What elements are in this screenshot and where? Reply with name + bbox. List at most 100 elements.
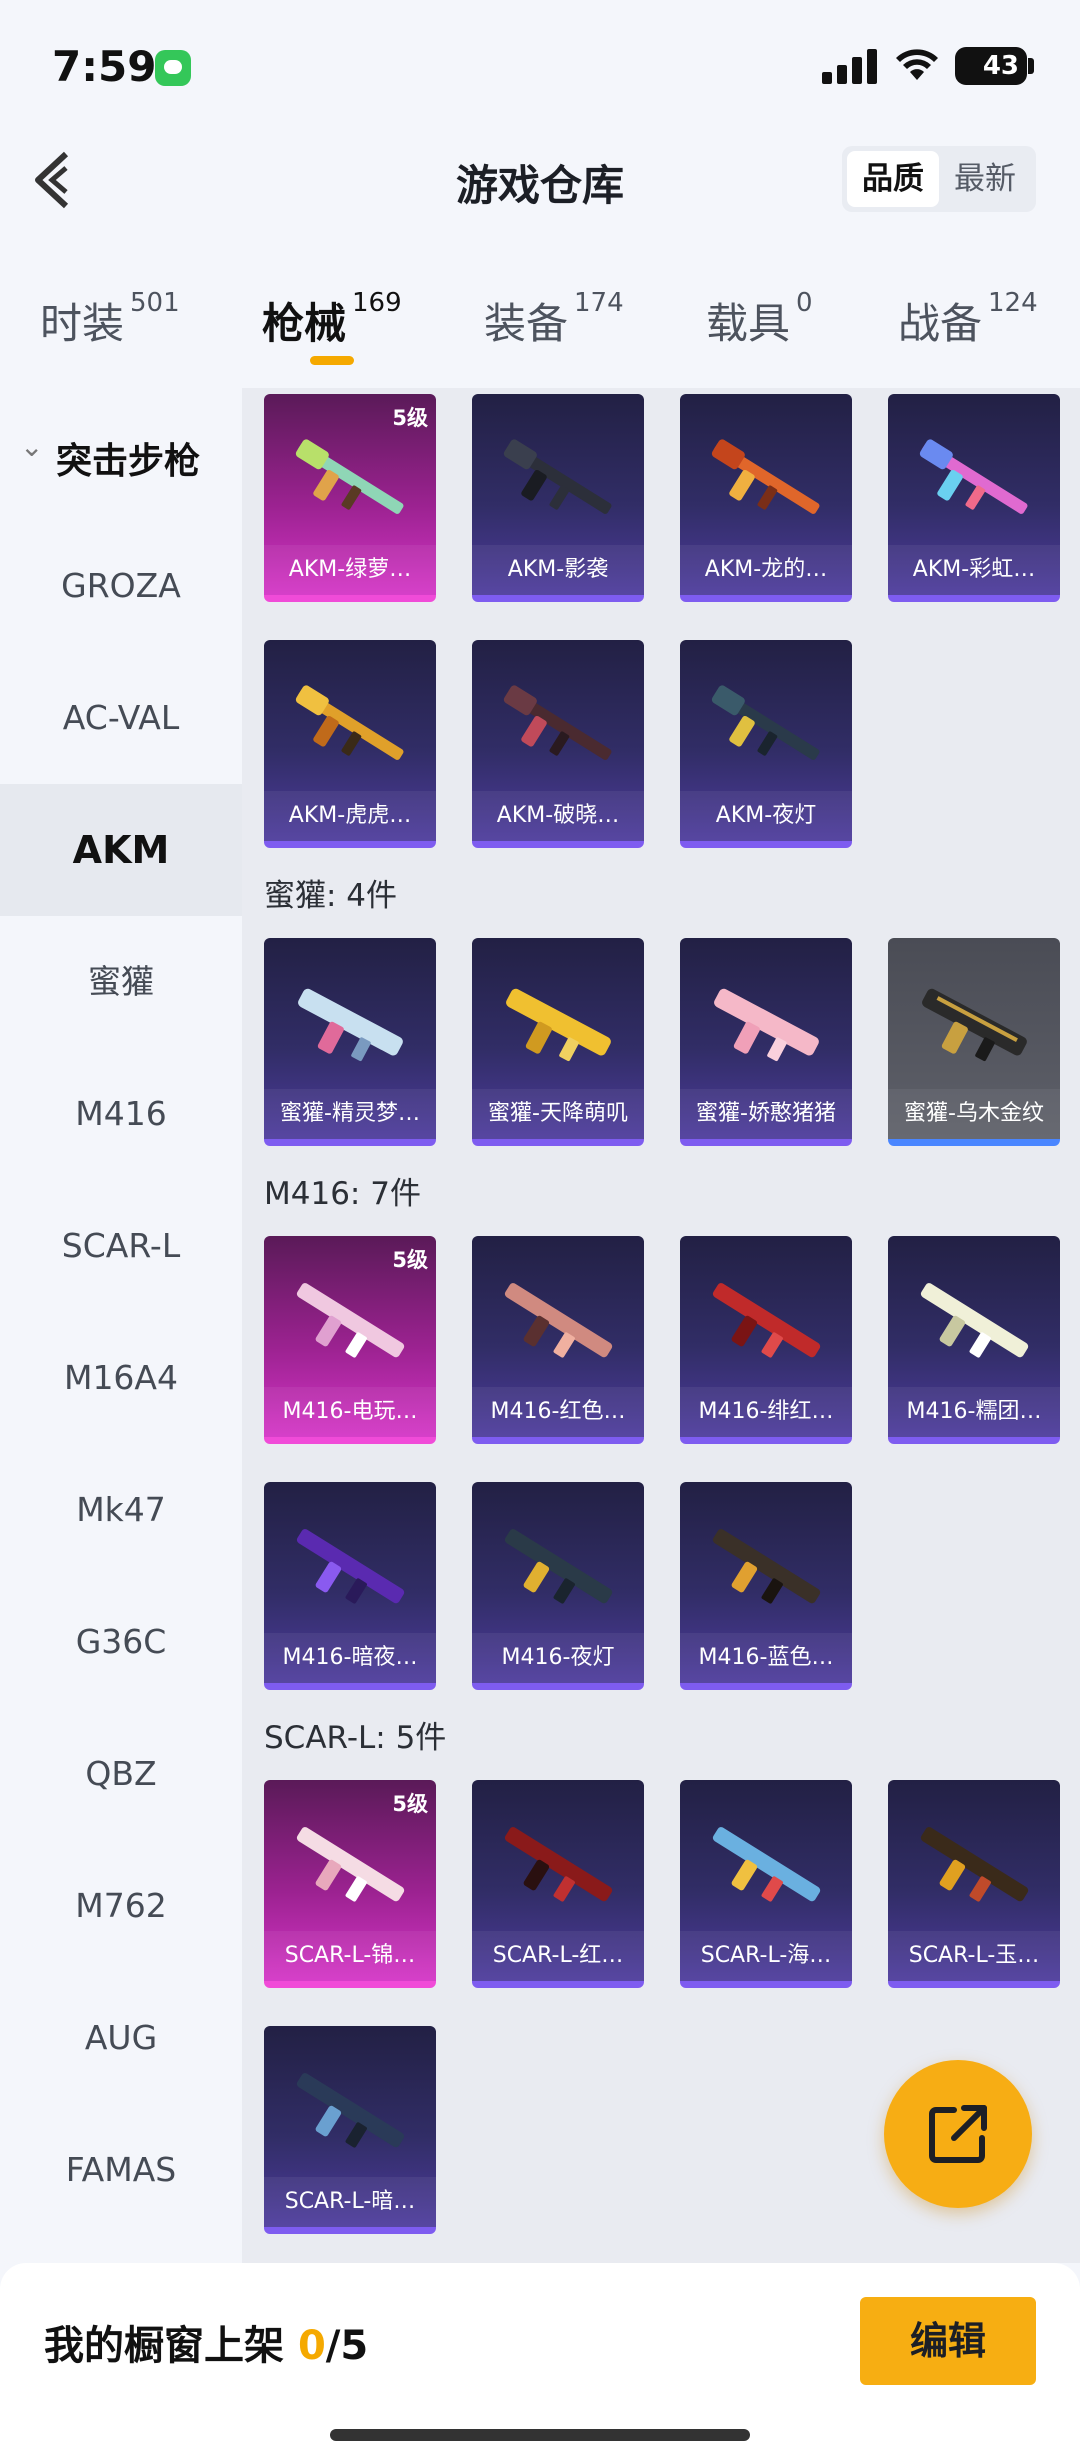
showcase-current: 0	[297, 2323, 326, 2369]
skin-card[interactable]: AKM-破晓…	[472, 640, 644, 848]
edit-button[interactable]: 编辑	[860, 2297, 1036, 2385]
skin-card[interactable]: SCAR-L-玉…	[888, 1780, 1060, 1988]
skin-name: SCAR-L-玉…	[888, 1931, 1060, 1981]
skin-card[interactable]: M416-蓝色…	[680, 1482, 852, 1690]
skin-card[interactable]: AKM-彩虹…	[888, 394, 1060, 602]
sidebar-item-honey-badger[interactable]: 蜜獾	[0, 916, 242, 1048]
tab-equipment[interactable]: 装备 174	[484, 288, 624, 351]
gun-skin-icon	[296, 2073, 405, 2148]
skin-card[interactable]: AKM-龙的…	[680, 394, 852, 602]
gun-skin-icon	[920, 1827, 1029, 1902]
skin-name: M416-蓝色…	[680, 1633, 852, 1683]
skin-name: SCAR-L-锦…	[264, 1931, 436, 1981]
skin-card[interactable]: 蜜獾-娇憨猪猪	[680, 938, 852, 1146]
skin-name: AKM-虎虎…	[264, 791, 436, 841]
skin-name: AKM-破晓…	[472, 791, 644, 841]
tab-vehicles[interactable]: 载具 0	[706, 288, 813, 351]
skin-card[interactable]: 蜜獾-天降萌叽	[472, 938, 644, 1146]
sidebar-item-groza[interactable]: GROZA	[0, 520, 242, 652]
skin-card[interactable]: 5级 SCAR-L-锦…	[264, 1780, 436, 1988]
battery-level: 43	[982, 51, 1019, 81]
skin-name: M416-糯团…	[888, 1387, 1060, 1437]
skin-name: SCAR-L-海…	[680, 1931, 852, 1981]
gun-skin-icon	[920, 1283, 1029, 1358]
skin-card[interactable]: 蜜獾-精灵梦…	[264, 938, 436, 1146]
sidebar-item-scar-l[interactable]: SCAR-L	[0, 1180, 242, 1312]
sidebar-item-m16a4[interactable]: M16A4	[0, 1312, 242, 1444]
sidebar-item-g36c[interactable]: G36C	[0, 1576, 242, 1708]
sidebar-item-mk47[interactable]: Mk47	[0, 1444, 242, 1576]
tab-label: 载具	[706, 299, 791, 348]
sort-newest-button[interactable]: 最新	[939, 151, 1031, 207]
tab-fashion[interactable]: 时装 501	[40, 288, 180, 351]
signal-icon	[822, 48, 882, 84]
section-title-honey-badger: 蜜獾: 4件	[264, 878, 398, 914]
sidebar-item-qbz[interactable]: QBZ	[0, 1708, 242, 1840]
gun-skin-icon	[711, 439, 820, 514]
skin-card[interactable]: AKM-夜灯	[680, 640, 852, 848]
gun-skin-icon	[295, 439, 404, 514]
skin-card[interactable]: 5级 M416-电玩…	[264, 1236, 436, 1444]
skin-card[interactable]: SCAR-L-暗…	[264, 2026, 436, 2234]
gun-skin-icon	[295, 685, 404, 760]
gun-skin-icon	[919, 439, 1028, 514]
sidebar-item-famas[interactable]: FAMAS	[0, 2104, 242, 2236]
status-time: 7:59	[52, 42, 157, 91]
skin-name: 蜜獾-乌木金纹	[888, 1089, 1060, 1139]
sidebar-item-ac-val[interactable]: AC-VAL	[0, 652, 242, 784]
battery-icon: 43	[955, 47, 1027, 85]
skin-name: AKM-夜灯	[680, 791, 852, 841]
sidebar-item-aug[interactable]: AUG	[0, 1972, 242, 2104]
sidebar-group-assault-rifles[interactable]: ⌄ 突击步枪	[0, 418, 242, 498]
skin-card[interactable]: SCAR-L-海…	[680, 1780, 852, 1988]
share-button[interactable]	[884, 2060, 1032, 2208]
skin-grid: 5级 AKM-绿萝… AKM-影袭 AKM-龙的… AKM-彩虹… AKM-虎虎……	[242, 388, 1080, 2263]
tab-firearms[interactable]: 枪械 169	[262, 288, 402, 351]
tab-label: 战备	[898, 299, 983, 348]
battery-tip	[1028, 58, 1034, 74]
skin-card[interactable]: M416-暗夜…	[264, 1482, 436, 1690]
showcase-count: 我的橱窗上架 0/5	[44, 2313, 368, 2371]
section-title-m416: M416: 7件	[264, 1176, 421, 1212]
skin-card[interactable]: AKM-虎虎…	[264, 640, 436, 848]
category-tabs: 时装 501 枪械 169 装备 174 载具 0 战备 124	[0, 270, 1080, 370]
skin-name: M416-绯红…	[680, 1387, 852, 1437]
gun-skin-icon	[711, 685, 820, 760]
gun-skin-icon	[504, 1529, 613, 1604]
status-bar: 7:59 43	[0, 0, 1080, 130]
share-export-icon	[929, 2105, 987, 2163]
tab-combat-gear[interactable]: 战备 124	[898, 288, 1038, 351]
tab-label: 枪械	[262, 299, 347, 348]
skin-name: 蜜獾-娇憨猪猪	[680, 1089, 852, 1139]
gun-skin-icon	[504, 1827, 613, 1902]
skin-name: AKM-影袭	[472, 545, 644, 595]
home-indicator[interactable]	[330, 2429, 750, 2441]
skin-card[interactable]: M416-绯红…	[680, 1236, 852, 1444]
skin-name: M416-暗夜…	[264, 1633, 436, 1683]
sidebar-group-label: 突击步枪	[56, 441, 201, 482]
skin-card[interactable]: M416-红色…	[472, 1236, 644, 1444]
skin-card[interactable]: M416-夜灯	[472, 1482, 644, 1690]
skin-card[interactable]: 5级 AKM-绿萝…	[264, 394, 436, 602]
bottom-bar: 我的橱窗上架 0/5 编辑	[0, 2263, 1080, 2460]
sidebar-item-m762[interactable]: M762	[0, 1840, 242, 1972]
skin-card[interactable]: AKM-影袭	[472, 394, 644, 602]
tab-count: 501	[130, 288, 180, 318]
skin-card[interactable]: M416-糯团…	[888, 1236, 1060, 1444]
gun-skin-icon	[503, 685, 612, 760]
skin-card[interactable]: 蜜獾-乌木金纹	[888, 938, 1060, 1146]
sidebar-item-akm[interactable]: AKM	[0, 784, 242, 916]
tab-count: 174	[574, 288, 624, 318]
chevron-down-icon: ⌄	[20, 430, 44, 463]
skin-name: M416-电玩…	[264, 1387, 436, 1437]
skin-name: M416-夜灯	[472, 1633, 644, 1683]
gun-skin-icon	[714, 988, 819, 1062]
gun-skin-icon	[296, 1529, 405, 1604]
gun-skin-icon	[296, 1827, 405, 1902]
skin-name: SCAR-L-暗…	[264, 2177, 436, 2227]
gun-skin-icon	[712, 1827, 821, 1902]
sidebar-item-m416[interactable]: M416	[0, 1048, 242, 1180]
sort-quality-button[interactable]: 品质	[847, 151, 939, 207]
active-tab-indicator	[310, 356, 354, 365]
skin-card[interactable]: SCAR-L-红…	[472, 1780, 644, 1988]
